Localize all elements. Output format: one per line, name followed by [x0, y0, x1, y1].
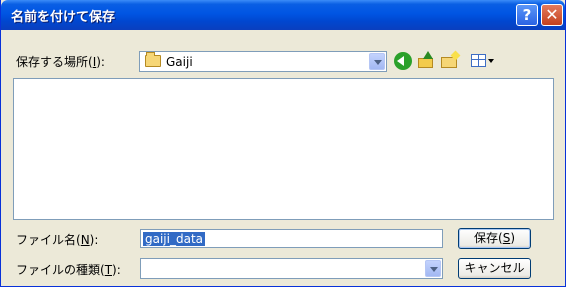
up-folder-shape [418, 58, 433, 68]
filetype-combo[interactable] [140, 258, 443, 279]
help-button[interactable]: ? [516, 4, 538, 26]
filetype-dropdown-arrow[interactable] [425, 260, 441, 277]
filename-label-prefix: ファイル名( [16, 233, 81, 247]
save-label-prefix: 保存( [474, 231, 503, 245]
view-menu-icon[interactable] [471, 52, 495, 70]
back-icon[interactable] [394, 52, 412, 70]
filetype-label: ファイルの種類(T): [16, 261, 121, 278]
new-folder-icon[interactable] [441, 50, 461, 70]
title-bar[interactable]: 名前を付けて保存 ? ✕ [1, 0, 565, 30]
filetype-label-suffix: ): [112, 263, 121, 277]
filetype-label-prefix: ファイルの種類( [16, 263, 105, 277]
up-arrow-shape [423, 51, 433, 59]
location-label-suffix: ): [96, 55, 105, 69]
filename-label-key: N [80, 233, 90, 247]
location-label-prefix: 保存する場所( [16, 55, 93, 69]
cancel-button[interactable]: キャンセル [458, 258, 531, 279]
location-label: 保存する場所(I): [16, 53, 105, 70]
filename-value: gaiji_data [143, 232, 206, 246]
location-combo[interactable]: Gaiji [139, 51, 387, 72]
file-list[interactable] [13, 78, 554, 220]
up-folder-icon[interactable] [417, 51, 435, 70]
filename-label: ファイル名(N): [16, 231, 98, 248]
close-button[interactable]: ✕ [541, 4, 563, 26]
filename-input[interactable]: gaiji_data [140, 229, 443, 248]
save-label-suffix: ) [510, 231, 515, 245]
view-dropdown-arrow [488, 59, 494, 63]
save-as-dialog: 名前を付けて保存 ? ✕ 保存する場所(I): Gaiji ファイル名(N): … [0, 0, 566, 287]
filetype-label-key: T [104, 263, 113, 277]
location-dropdown-arrow[interactable] [369, 53, 385, 70]
location-value: Gaiji [166, 55, 193, 69]
view-grid-shape [471, 54, 486, 67]
folder-icon [145, 52, 161, 67]
window-title: 名前を付けて保存 [11, 10, 116, 25]
filename-label-suffix: ): [89, 233, 99, 247]
save-button[interactable]: 保存(S) [458, 228, 531, 249]
